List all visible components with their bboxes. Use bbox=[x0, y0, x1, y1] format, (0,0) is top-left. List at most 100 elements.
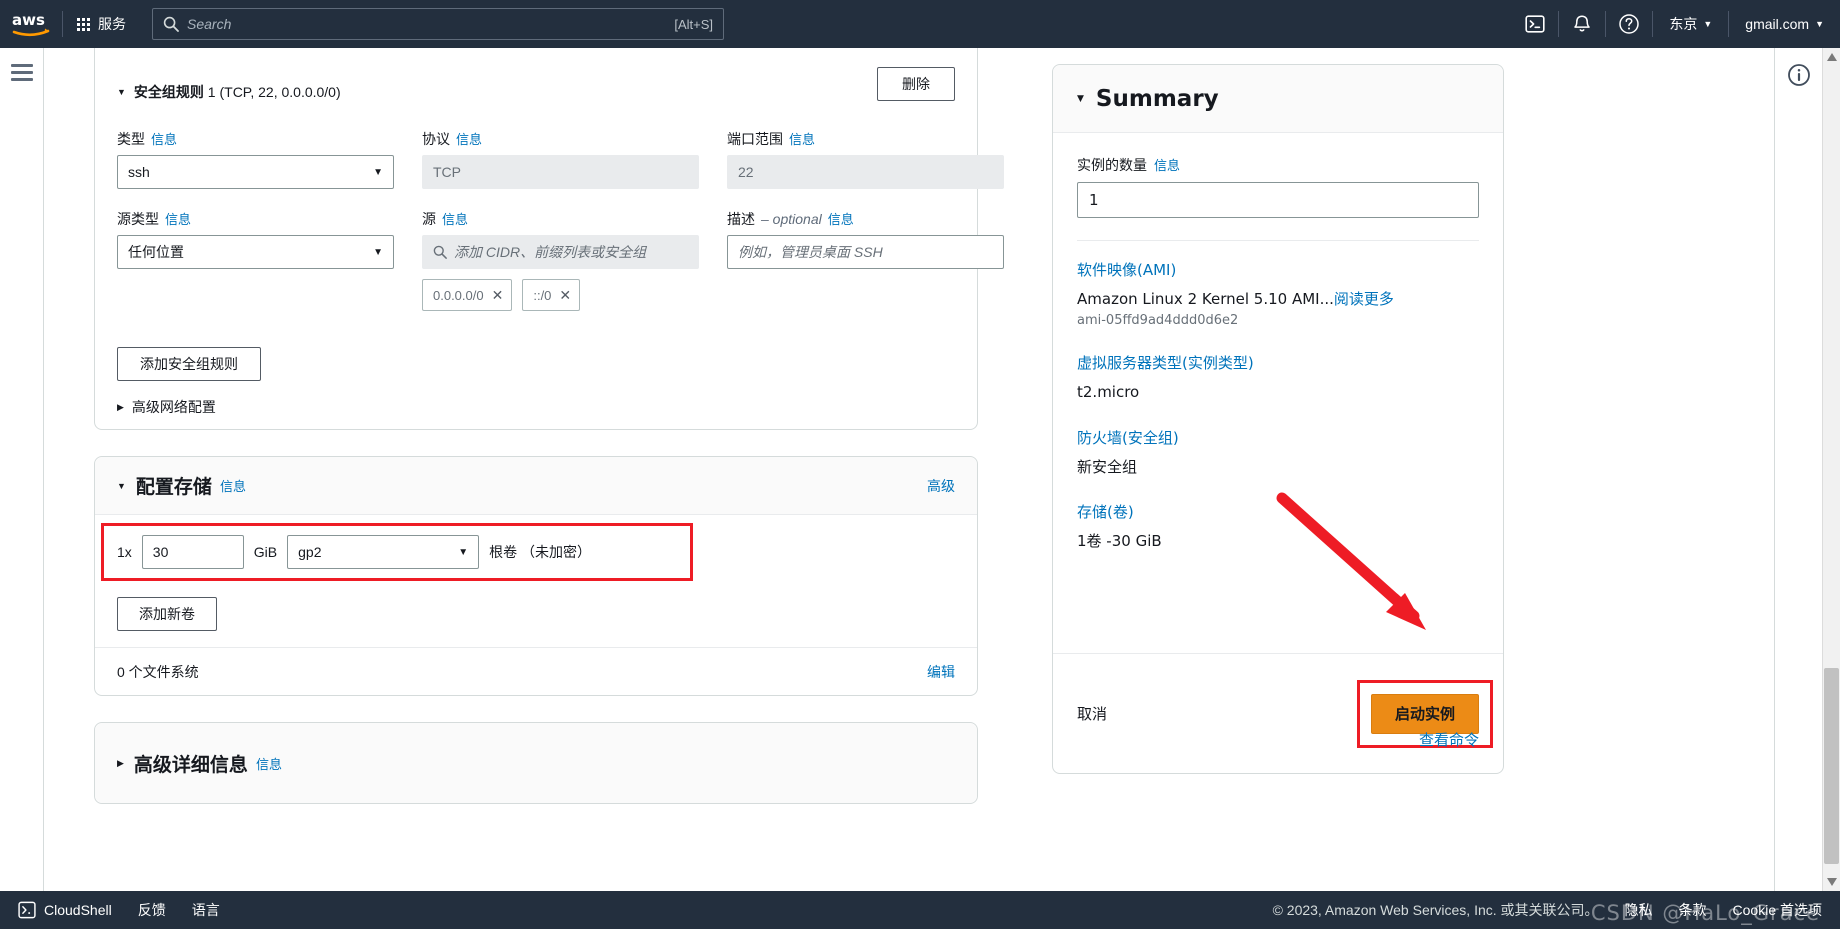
storage-link[interactable]: 存储(卷) bbox=[1077, 501, 1134, 522]
ami-read-more-link[interactable]: 阅读更多 bbox=[1334, 290, 1394, 308]
source-token[interactable]: ::/0 ✕ bbox=[522, 279, 581, 311]
global-search-bar[interactable]: [Alt+S] bbox=[152, 8, 724, 40]
nav-right-group: 东京 ▼ gmail.com ▼ bbox=[1512, 0, 1840, 48]
cloudshell-button[interactable]: CloudShell bbox=[18, 901, 112, 919]
info-link[interactable]: 信息 bbox=[789, 129, 815, 148]
info-link[interactable]: 信息 bbox=[1154, 155, 1180, 174]
chevron-down-icon[interactable]: ▼ bbox=[117, 481, 126, 491]
close-icon[interactable]: ✕ bbox=[492, 287, 504, 304]
bell-icon[interactable] bbox=[1559, 0, 1605, 48]
add-volume-button[interactable]: 添加新卷 bbox=[117, 597, 217, 631]
info-link[interactable]: 信息 bbox=[220, 476, 246, 495]
privacy-link[interactable]: 隐私 bbox=[1625, 900, 1653, 920]
filesystem-count-label: 0 个文件系统 bbox=[117, 664, 199, 680]
field-source: 源 信息 添加 CIDR、前缀列表或安全组 0.0.0.0/0 ✕ ::/0 ✕ bbox=[422, 209, 699, 311]
description-label: 描述 bbox=[727, 211, 755, 227]
hamburger-menu-icon[interactable] bbox=[11, 64, 33, 85]
security-group-rule-header[interactable]: ▼ 安全组规则 1 (TCP, 22, 0.0.0.0/0) bbox=[117, 82, 341, 102]
volume-size-input[interactable] bbox=[141, 535, 244, 569]
delete-rule-button[interactable]: 删除 bbox=[877, 67, 955, 101]
info-link[interactable]: 信息 bbox=[151, 129, 177, 148]
instance-count-input[interactable] bbox=[1077, 182, 1479, 218]
firewall-link[interactable]: 防火墙(安全组) bbox=[1077, 427, 1179, 448]
grid-icon bbox=[77, 17, 90, 31]
type-value: ssh bbox=[128, 164, 150, 180]
volume-row: 1x GiB gp2 ▼ 根卷 （未加密） bbox=[117, 535, 591, 569]
storage-value: 1卷 -30 GiB bbox=[1077, 531, 1162, 550]
info-link[interactable]: 信息 bbox=[165, 209, 191, 228]
source-type-select[interactable]: 任何位置 ▼ bbox=[117, 235, 394, 269]
protocol-value-readonly: TCP bbox=[422, 155, 699, 189]
volume-type-select[interactable]: gp2 ▼ bbox=[287, 535, 480, 569]
chevron-right-icon[interactable]: ▶ bbox=[117, 758, 124, 769]
instance-type-link[interactable]: 虚拟服务器类型(实例类型) bbox=[1077, 352, 1254, 373]
cancel-button[interactable]: 取消 bbox=[1077, 703, 1107, 724]
volume-type-value: gp2 bbox=[298, 544, 322, 560]
field-description: 描述 – optional 信息 bbox=[727, 209, 1004, 269]
info-link[interactable]: 信息 bbox=[828, 209, 854, 228]
advanced-network-config-toggle[interactable]: ▶ 高级网络配置 bbox=[117, 397, 216, 417]
chevron-down-icon: ▼ bbox=[373, 246, 383, 258]
services-label: 服务 bbox=[98, 16, 126, 32]
advanced-details-header[interactable]: ▶ 高级详细信息 信息 bbox=[95, 723, 977, 803]
port-range-label: 端口范围 bbox=[727, 131, 783, 147]
advanced-details-title: 高级详细信息 bbox=[133, 754, 248, 776]
summary-storage-group: 存储(卷) 1卷 -30 GiB bbox=[1077, 501, 1479, 551]
region-selector[interactable]: 东京 ▼ bbox=[1653, 0, 1728, 48]
configure-storage-panel: ▼ 配置存储 信息 高级 1x GiB gp2 ▼ 根卷 （未加密） 添加新卷 … bbox=[94, 456, 978, 696]
protocol-label: 协议 bbox=[422, 131, 450, 147]
source-token[interactable]: 0.0.0.0/0 ✕ bbox=[422, 279, 513, 311]
chevron-down-icon[interactable]: ▼ bbox=[1077, 94, 1084, 104]
search-icon bbox=[433, 245, 447, 259]
type-select[interactable]: ssh ▼ bbox=[117, 155, 394, 189]
info-link[interactable]: 信息 bbox=[256, 754, 282, 773]
aws-logo[interactable]: aws bbox=[0, 0, 62, 48]
summary-header: ▼ Summary bbox=[1053, 65, 1503, 133]
source-search-input[interactable]: 添加 CIDR、前缀列表或安全组 bbox=[422, 235, 699, 269]
feedback-link[interactable]: 反馈 bbox=[138, 900, 166, 920]
scrollbar-thumb[interactable] bbox=[1824, 668, 1839, 864]
description-input[interactable] bbox=[727, 235, 1004, 269]
page-scrollbar[interactable] bbox=[1822, 48, 1840, 891]
summary-body: 实例的数量 信息 软件映像(AMI) Amazon Linux 2 Kernel… bbox=[1053, 133, 1503, 551]
right-sidebar bbox=[1774, 48, 1822, 891]
cookie-preferences-link[interactable]: Cookie 首选项 bbox=[1733, 900, 1822, 920]
top-navigation-bar: aws 服务 [Alt+S] bbox=[0, 0, 1840, 48]
ami-link[interactable]: 软件映像(AMI) bbox=[1077, 259, 1176, 280]
storage-advanced-link[interactable]: 高级 bbox=[927, 476, 955, 496]
chevron-down-icon: ▼ bbox=[1815, 18, 1824, 29]
instance-count-label: 实例的数量 bbox=[1077, 158, 1147, 174]
cloudshell-icon[interactable] bbox=[1512, 0, 1558, 48]
chevron-down-icon: ▼ bbox=[1703, 18, 1713, 29]
services-menu-button[interactable]: 服务 bbox=[63, 0, 140, 48]
terminal-icon bbox=[18, 901, 36, 919]
source-label-row: 源 信息 bbox=[422, 209, 699, 229]
info-link[interactable]: 信息 bbox=[456, 129, 482, 148]
terms-link[interactable]: 条款 bbox=[1679, 900, 1707, 920]
close-icon[interactable]: ✕ bbox=[559, 287, 571, 304]
left-sidebar bbox=[0, 48, 44, 891]
firewall-value: 新安全组 bbox=[1077, 457, 1138, 476]
footer-right-group: © 2023, Amazon Web Services, Inc. 或其关联公司… bbox=[1273, 900, 1822, 920]
search-input[interactable] bbox=[187, 16, 675, 32]
info-panel-icon[interactable] bbox=[1787, 63, 1811, 87]
chevron-down-icon[interactable]: ▼ bbox=[117, 87, 126, 97]
svg-text:aws: aws bbox=[12, 11, 45, 29]
add-security-group-rule-button[interactable]: 添加安全组规则 bbox=[117, 347, 261, 381]
page-footer: CloudShell 反馈 语言 © 2023, Amazon Web Serv… bbox=[0, 891, 1840, 929]
advanced-network-config-label: 高级网络配置 bbox=[131, 399, 216, 415]
security-group-rule-title: 安全组规则 1 (TCP, 22, 0.0.0.0/0) bbox=[134, 82, 341, 102]
filesystem-edit-link[interactable]: 编辑 bbox=[927, 662, 955, 682]
summary-footer: 取消 启动实例 bbox=[1053, 653, 1503, 773]
help-circle-icon[interactable] bbox=[1606, 0, 1652, 48]
account-menu[interactable]: gmail.com ▼ bbox=[1729, 0, 1840, 48]
view-command-link[interactable]: 查看命令 bbox=[1419, 729, 1479, 750]
chevron-down-icon: ▼ bbox=[458, 546, 469, 558]
scroll-up-arrow-icon[interactable] bbox=[1823, 48, 1840, 66]
info-link[interactable]: 信息 bbox=[442, 209, 468, 228]
language-link[interactable]: 语言 bbox=[192, 900, 220, 920]
protocol-label-row: 协议 信息 bbox=[422, 129, 699, 149]
scroll-down-arrow-icon[interactable] bbox=[1823, 873, 1840, 891]
type-label: 类型 bbox=[117, 131, 145, 147]
launch-instance-button[interactable]: 启动实例 bbox=[1371, 693, 1479, 734]
